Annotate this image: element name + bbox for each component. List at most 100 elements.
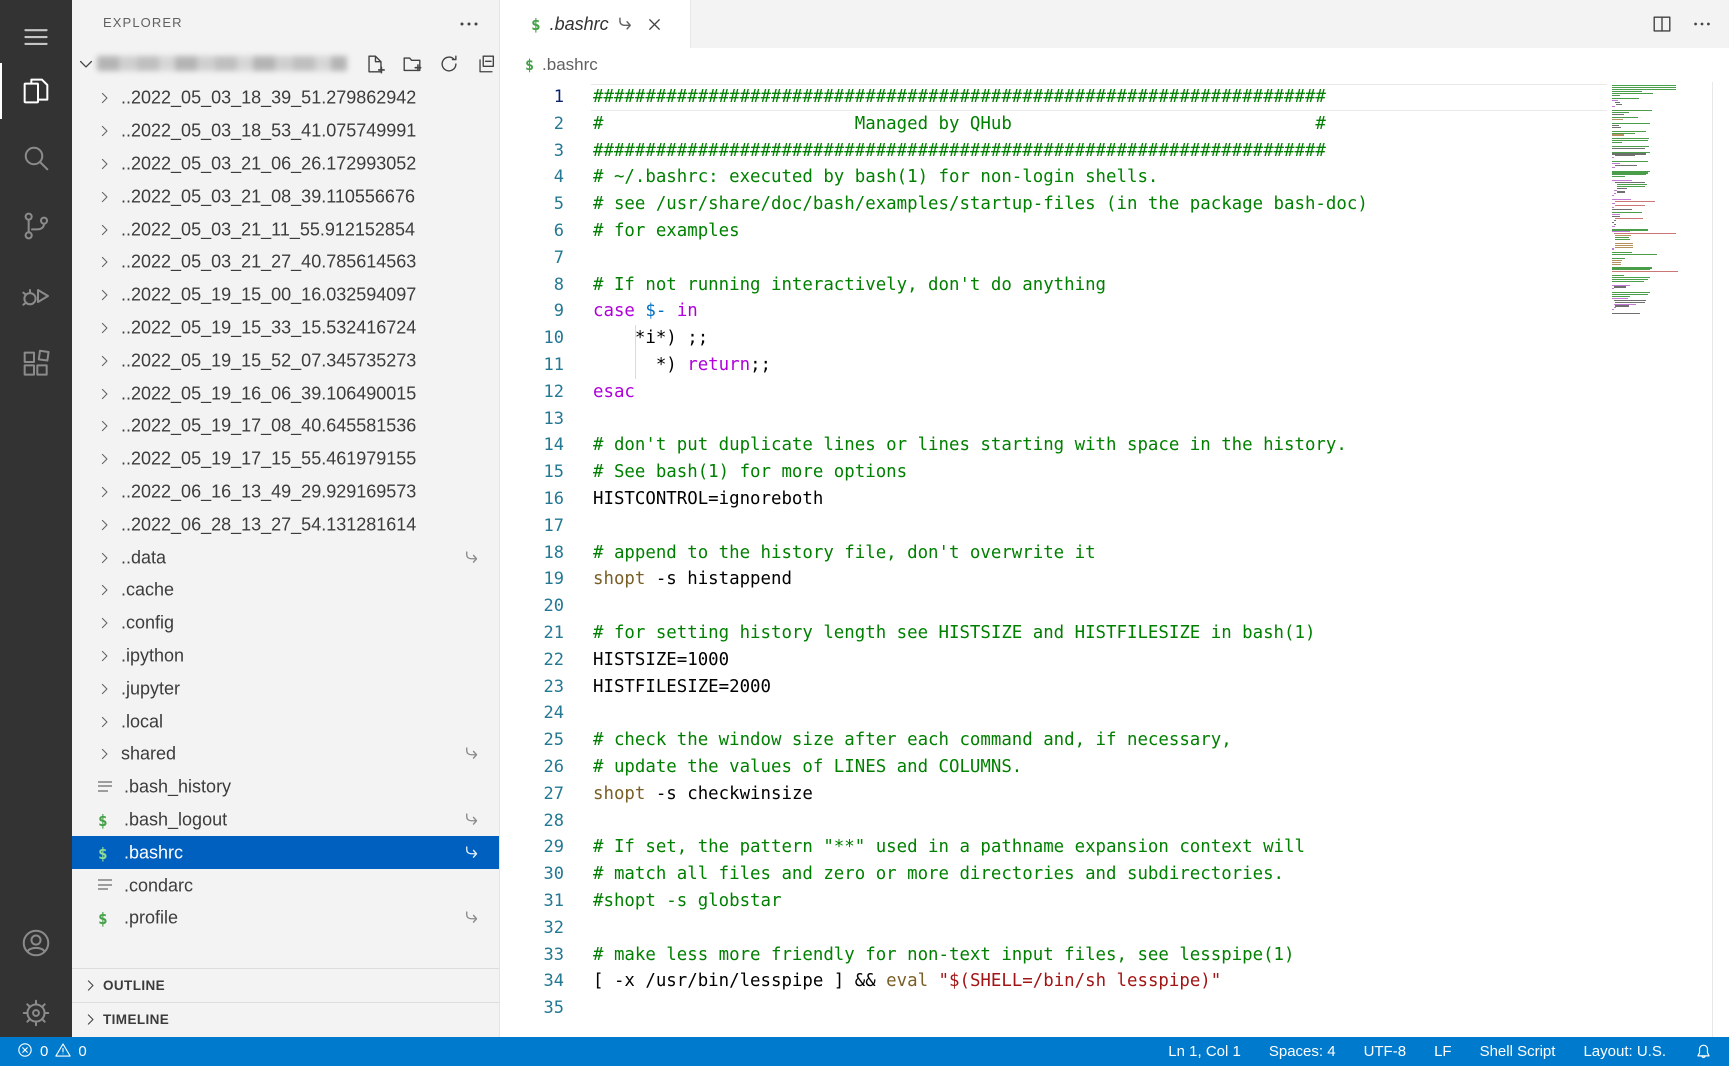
new-folder-button[interactable] — [401, 53, 423, 75]
tree-item-label: ..2022_05_03_18_53_41.075749991 — [121, 121, 416, 142]
chevron-right-icon — [96, 647, 113, 664]
line-number: 4 — [501, 164, 564, 191]
file-icon — [98, 877, 116, 895]
tree-item-2022-05-19-17-08-40-645581536[interactable]: ..2022_05_19_17_08_40.645581536 — [72, 410, 499, 443]
split-editor-icon[interactable] — [1651, 13, 1673, 35]
tree-item-label: ..2022_05_19_17_08_40.645581536 — [121, 416, 416, 437]
line-number: 29 — [501, 834, 564, 861]
activity-item-account[interactable] — [0, 910, 72, 976]
code-line: # don't put duplicate lines or lines sta… — [593, 432, 1368, 459]
file-tree: ..2022_05_03_18_39_51.279862942 ..2022_05… — [72, 82, 499, 935]
activity-item-source-control[interactable] — [0, 193, 72, 259]
tree-item-label: ..2022_05_03_18_39_51.279862942 — [121, 88, 416, 109]
tree-item-2022-05-19-16-06-39-106490015[interactable]: ..2022_05_19_16_06_39.106490015 — [72, 377, 499, 410]
line-number: 23 — [501, 674, 564, 701]
refresh-button[interactable] — [438, 53, 460, 75]
sidebar-more-actions-button[interactable] — [457, 12, 481, 36]
tree-item-label: .bash_logout — [124, 809, 227, 830]
code-line: # see /usr/share/doc/bash/examples/start… — [593, 191, 1368, 218]
chevron-right-icon — [96, 582, 113, 599]
tree-item-shared[interactable]: shared — [72, 738, 499, 771]
workspace-section-header[interactable] — [72, 46, 499, 82]
tree-item-2022-05-03-18-53-41-075749991[interactable]: ..2022_05_03_18_53_41.075749991 — [72, 115, 499, 148]
tab-close-icon[interactable] — [645, 15, 664, 34]
line-number-gutter: 1234567891011121314151617181920212223242… — [501, 84, 564, 1022]
errors-icon — [16, 1041, 34, 1063]
code-lines: ########################################… — [593, 84, 1368, 1022]
breadcrumb: $ .bashrc — [501, 48, 1729, 82]
line-number: 17 — [501, 513, 564, 540]
tree-item-2022-05-19-15-52-07-345735273[interactable]: ..2022_05_19_15_52_07.345735273 — [72, 344, 499, 377]
tree-item-bashrc[interactable]: $.bashrc — [72, 836, 499, 869]
line-number: 27 — [501, 781, 564, 808]
tree-item-label: .profile — [124, 908, 178, 929]
activity-item-search[interactable] — [0, 125, 72, 191]
tree-item-cache[interactable]: .cache — [72, 574, 499, 607]
tree-item-ipython[interactable]: .ipython — [72, 640, 499, 673]
tree-item-data[interactable]: ..data — [72, 541, 499, 574]
line-number: 14 — [501, 432, 564, 459]
code-editor[interactable]: 1234567891011121314151617181920212223242… — [501, 82, 1729, 1037]
line-number: 35 — [501, 995, 564, 1022]
chevron-right-icon — [96, 319, 113, 336]
problems-indicator[interactable]: 0 0 — [16, 1041, 87, 1063]
status-item-spaces-4[interactable]: Spaces: 4 — [1269, 1043, 1336, 1060]
chevron-right-icon — [96, 680, 113, 697]
tree-item-2022-06-16-13-49-29-929169573[interactable]: ..2022_06_16_13_49_29.929169573 — [72, 476, 499, 509]
debug-icon — [20, 280, 52, 312]
activity-item-run-debug[interactable] — [0, 263, 72, 329]
code-line: shopt -s checkwinsize — [593, 781, 1368, 808]
chevron-right-icon — [96, 516, 113, 533]
tree-item-2022-06-28-13-27-54-131281614[interactable]: ..2022_06_28_13_27_54.131281614 — [72, 508, 499, 541]
tree-item-bash-logout[interactable]: $.bash_logout — [72, 804, 499, 837]
workspace-name-redacted — [97, 56, 347, 71]
tree-item-2022-05-03-21-06-26-172993052[interactable]: ..2022_05_03_21_06_26.172993052 — [72, 148, 499, 181]
status-item-shell-script[interactable]: Shell Script — [1480, 1043, 1556, 1060]
chevron-down-icon — [76, 54, 96, 74]
menu-icon — [21, 22, 51, 52]
tree-item-label: .condarc — [124, 875, 193, 896]
scrollbar-border — [1712, 82, 1713, 1037]
tree-item-2022-05-19-15-00-16-032594097[interactable]: ..2022_05_19_15_00_16.032594097 — [72, 279, 499, 312]
new-file-button[interactable] — [364, 53, 386, 75]
shell-file-icon: $ — [525, 56, 534, 74]
line-number: 26 — [501, 754, 564, 781]
activity-item-explorer[interactable] — [0, 58, 72, 124]
tree-item-bash-history[interactable]: .bash_history — [72, 771, 499, 804]
collapse-all-button[interactable] — [475, 53, 497, 75]
tree-item-label: .local — [121, 711, 163, 732]
tree-item-local[interactable]: .local — [72, 705, 499, 738]
line-number: 12 — [501, 379, 564, 406]
symlink-arrow-icon — [463, 549, 481, 567]
status-item-layout-u-s[interactable]: Layout: U.S. — [1583, 1043, 1666, 1060]
panel-header-timeline[interactable]: TIMELINE — [72, 1002, 499, 1036]
panel-header-outline[interactable]: OUTLINE — [72, 968, 499, 1002]
tree-item-profile[interactable]: $.profile — [72, 902, 499, 935]
file-icon — [98, 778, 116, 796]
status-item-lf[interactable]: LF — [1434, 1043, 1452, 1060]
breadcrumb-item[interactable]: .bashrc — [542, 55, 598, 75]
tree-item-label: ..data — [121, 547, 166, 568]
tree-item-2022-05-03-21-27-40-785614563[interactable]: ..2022_05_03_21_27_40.785614563 — [72, 246, 499, 279]
code-line: case $- in — [593, 298, 1368, 325]
status-item-utf-8[interactable]: UTF-8 — [1364, 1043, 1407, 1060]
status-item-ln-1-col-1[interactable]: Ln 1, Col 1 — [1168, 1043, 1241, 1060]
code-line — [593, 808, 1368, 835]
tree-item-2022-05-19-15-33-15-532416724[interactable]: ..2022_05_19_15_33_15.532416724 — [72, 312, 499, 345]
tab-bashrc[interactable]: $ .bashrc — [501, 0, 691, 48]
chevron-right-icon — [96, 418, 113, 435]
activity-item-extensions[interactable] — [0, 331, 72, 397]
tree-item-2022-05-19-17-15-55-461979155[interactable]: ..2022_05_19_17_15_55.461979155 — [72, 443, 499, 476]
minimap[interactable] — [1612, 85, 1692, 317]
chevron-right-icon — [96, 287, 113, 304]
editor-actions — [1651, 0, 1713, 48]
tree-item-2022-05-03-21-08-39-110556676[interactable]: ..2022_05_03_21_08_39.110556676 — [72, 180, 499, 213]
tree-item-config[interactable]: .config — [72, 607, 499, 640]
bell-icon[interactable] — [1694, 1042, 1713, 1061]
more-actions-icon[interactable] — [1691, 13, 1713, 35]
tree-item-2022-05-03-21-11-55-912152854[interactable]: ..2022_05_03_21_11_55.912152854 — [72, 213, 499, 246]
tree-item-jupyter[interactable]: .jupyter — [72, 672, 499, 705]
line-number: 20 — [501, 593, 564, 620]
tree-item-2022-05-03-18-39-51-279862942[interactable]: ..2022_05_03_18_39_51.279862942 — [72, 82, 499, 115]
tree-item-condarc[interactable]: .condarc — [72, 869, 499, 902]
